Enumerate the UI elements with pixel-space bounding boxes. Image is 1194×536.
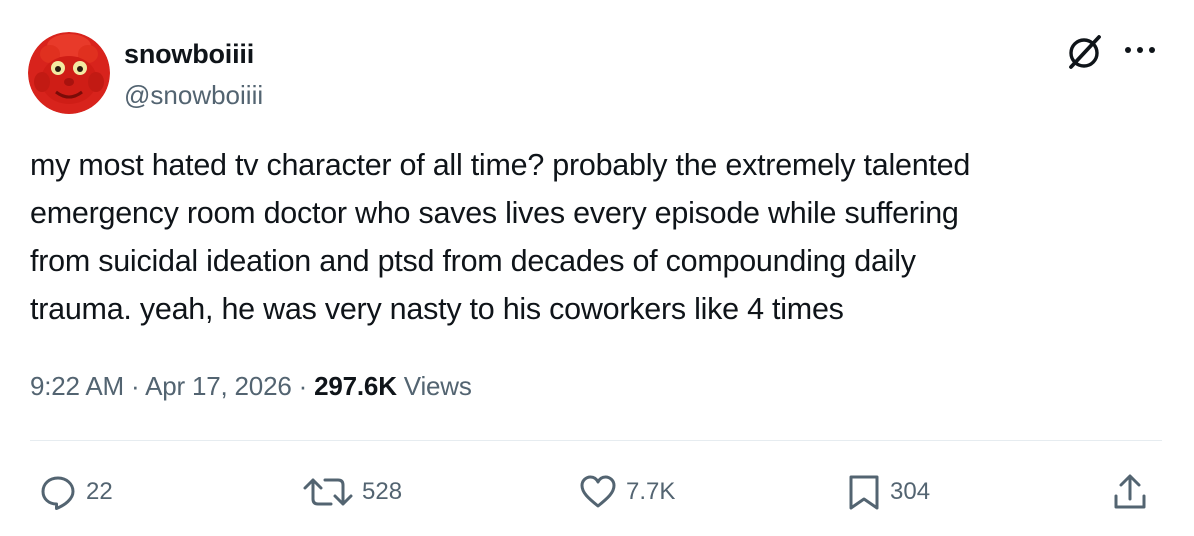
like-button[interactable]: 7.7K (578, 472, 675, 512)
reply-count: 22 (86, 478, 113, 505)
reply-button[interactable]: 22 (38, 472, 113, 512)
meta-separator: · (131, 371, 140, 401)
tweet-date[interactable]: Apr 17, 2026 (145, 371, 292, 401)
grok-icon[interactable] (1064, 32, 1104, 77)
retweet-count: 528 (362, 478, 403, 505)
views-count[interactable]: 297.6K (314, 371, 397, 401)
retweet-button[interactable]: 528 (302, 472, 402, 512)
share-icon (1110, 472, 1150, 512)
avatar-image (28, 32, 110, 114)
like-count: 7.7K (626, 478, 676, 505)
user-handle[interactable]: @snowboiiii (124, 80, 263, 110)
bookmark-icon (846, 472, 882, 512)
bookmark-count: 304 (890, 478, 931, 505)
more-options-icon[interactable] (1122, 38, 1158, 67)
views-label[interactable]: Views (404, 371, 472, 401)
tweet-meta: 9:22 AM · Apr 17, 2026 · 297.6K Views (30, 368, 472, 404)
reply-icon (38, 472, 78, 512)
bookmark-button[interactable]: 304 (846, 472, 930, 512)
tweet-text: my most hated tv character of all time? … (30, 148, 971, 326)
divider (30, 440, 1162, 441)
tweet-card: snowboiiii @snowboiiii my most hated tv … (0, 0, 1194, 536)
retweet-icon (302, 472, 354, 512)
avatar[interactable] (28, 32, 110, 114)
meta-separator: · (298, 371, 308, 401)
tweet-time[interactable]: 9:22 AM (30, 371, 124, 401)
like-icon (578, 472, 618, 512)
share-button[interactable] (1110, 472, 1150, 512)
display-name[interactable]: snowboiiii (124, 38, 254, 70)
